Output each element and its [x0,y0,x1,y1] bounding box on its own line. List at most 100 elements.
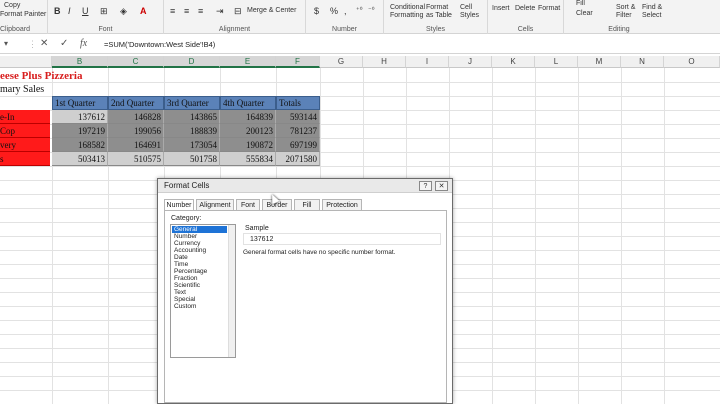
help-button[interactable]: ? [419,181,432,191]
delete-button[interactable]: Delete [515,5,535,12]
copy-button[interactable]: Copy [4,2,20,9]
clipboard-group: Copy Format Painter Clipboard [0,0,48,34]
category-scientific[interactable]: Scientific [172,282,227,289]
row-label-cell[interactable]: e-In [0,110,50,124]
sheet-title[interactable]: eese Plus Pizzeria [0,70,82,82]
column-header-j[interactable]: J [449,56,492,68]
category-general[interactable]: General [172,226,227,233]
category-text[interactable]: Text [172,289,227,296]
data-cell[interactable]: 188839 [164,124,220,138]
fill-button[interactable]: Fill [576,0,585,7]
total-cell[interactable]: 555834 [220,152,276,166]
data-cell[interactable]: 697199 [276,138,320,152]
data-cell[interactable]: 593144 [276,110,320,124]
total-cell[interactable]: 2071580 [276,152,320,166]
data-cell[interactable]: 168582 [52,138,108,152]
clear-button[interactable]: Clear [576,10,593,17]
data-cell[interactable]: 164691 [108,138,164,152]
column-header-f[interactable]: F [276,56,320,68]
data-cell[interactable]: 190872 [220,138,276,152]
font-color-icon[interactable]: A [140,6,147,16]
underline-button[interactable]: U [82,6,89,16]
sheet-subtitle[interactable]: mary Sales [0,84,44,95]
header-cell-totals[interactable]: Totals [276,96,320,110]
category-number[interactable]: Number [172,233,227,240]
align-right-icon[interactable]: ≡ [198,6,203,16]
percent-button[interactable]: % [330,6,338,16]
align-center-icon[interactable]: ≡ [184,6,189,16]
italic-button[interactable]: I [68,6,71,16]
category-scrollbar[interactable] [228,225,235,357]
row-label-cell[interactable]: s [0,152,50,166]
insert-button[interactable]: Insert [492,5,510,12]
column-header-e[interactable]: E [220,56,276,68]
category-custom[interactable]: Custom [172,303,227,310]
header-cell-q2[interactable]: 2nd Quarter [108,96,164,110]
category-fraction[interactable]: Fraction [172,275,227,282]
column-header-n[interactable]: N [621,56,664,68]
category-special[interactable]: Special [172,296,227,303]
column-header-d[interactable]: D [164,56,220,68]
row-label-cell[interactable]: Cop [0,124,50,138]
category-date[interactable]: Date [172,254,227,261]
enter-icon[interactable]: ✓ [60,38,68,49]
header-cell-q3[interactable]: 3rd Quarter [164,96,220,110]
format-as-table-button[interactable]: Format as Table [426,4,456,20]
column-header-a[interactable] [0,56,52,68]
data-cell[interactable]: 146828 [108,110,164,124]
format-button[interactable]: Format [538,5,560,12]
merge-center-button[interactable]: Merge & Center [247,7,296,14]
column-header-c[interactable]: C [108,56,164,68]
data-cell[interactable]: 199056 [108,124,164,138]
bold-button[interactable]: B [54,6,61,16]
conditional-formatting-button[interactable]: Conditional Formatting [390,4,425,20]
name-box-dropdown-icon[interactable]: ▾ [4,39,8,48]
header-cell-q1[interactable]: 1st Quarter [52,96,108,110]
cell-styles-button[interactable]: Cell Styles [460,4,484,20]
currency-button[interactable]: $ [314,6,319,16]
total-cell[interactable]: 501758 [164,152,220,166]
category-currency[interactable]: Currency [172,240,227,247]
category-accounting[interactable]: Accounting [172,247,227,254]
clipboard-group-label: Clipboard [0,26,30,33]
data-cell[interactable]: 173054 [164,138,220,152]
formula-input[interactable]: =SUM('Downtown:West Side'!B4) [104,40,215,49]
total-cell[interactable]: 503413 [52,152,108,166]
insert-function-icon[interactable]: fx [80,38,87,49]
data-cell[interactable]: 164839 [220,110,276,124]
category-time[interactable]: Time [172,261,227,268]
close-button[interactable]: ✕ [435,181,448,191]
find-select-button[interactable]: Find & Select [642,4,670,20]
fill-color-icon[interactable]: ◈ [120,6,127,17]
align-left-icon[interactable]: ≡ [170,6,175,16]
row-label-cell[interactable]: very [0,138,50,152]
merge-icon[interactable]: ⊟ [234,6,242,17]
indent-icon[interactable]: ⇥ [216,6,224,17]
column-header-g[interactable]: G [320,56,363,68]
data-cell[interactable]: 137612 [52,110,108,124]
borders-icon[interactable]: ⊞ [100,6,108,17]
data-cell[interactable]: 200123 [220,124,276,138]
decrease-decimal-icon[interactable]: ⁻⁰ [368,6,375,14]
cells-group-label: Cells [517,26,534,33]
comma-button[interactable]: , [344,6,347,16]
column-header-l[interactable]: L [535,56,578,68]
increase-decimal-icon[interactable]: ⁺⁰ [356,6,363,14]
cancel-icon[interactable]: ✕ [40,38,48,49]
sort-filter-button[interactable]: Sort & Filter [616,4,644,20]
column-header-b[interactable]: B [52,56,108,68]
data-cell[interactable]: 143865 [164,110,220,124]
column-header-h[interactable]: H [363,56,406,68]
total-cell[interactable]: 510575 [108,152,164,166]
category-percentage[interactable]: Percentage [172,268,227,275]
header-cell-q4[interactable]: 4th Quarter [220,96,276,110]
column-header-m[interactable]: M [578,56,621,68]
data-cell[interactable]: 197219 [52,124,108,138]
data-cell[interactable]: 781237 [276,124,320,138]
column-header-k[interactable]: K [492,56,535,68]
column-header-o[interactable]: O [664,56,720,68]
format-painter-button[interactable]: Format Painter [0,11,46,18]
dialog-title[interactable]: Format Cells [158,179,452,193]
category-list[interactable]: General Number Currency Accounting Date … [170,224,236,358]
column-header-i[interactable]: I [406,56,449,68]
